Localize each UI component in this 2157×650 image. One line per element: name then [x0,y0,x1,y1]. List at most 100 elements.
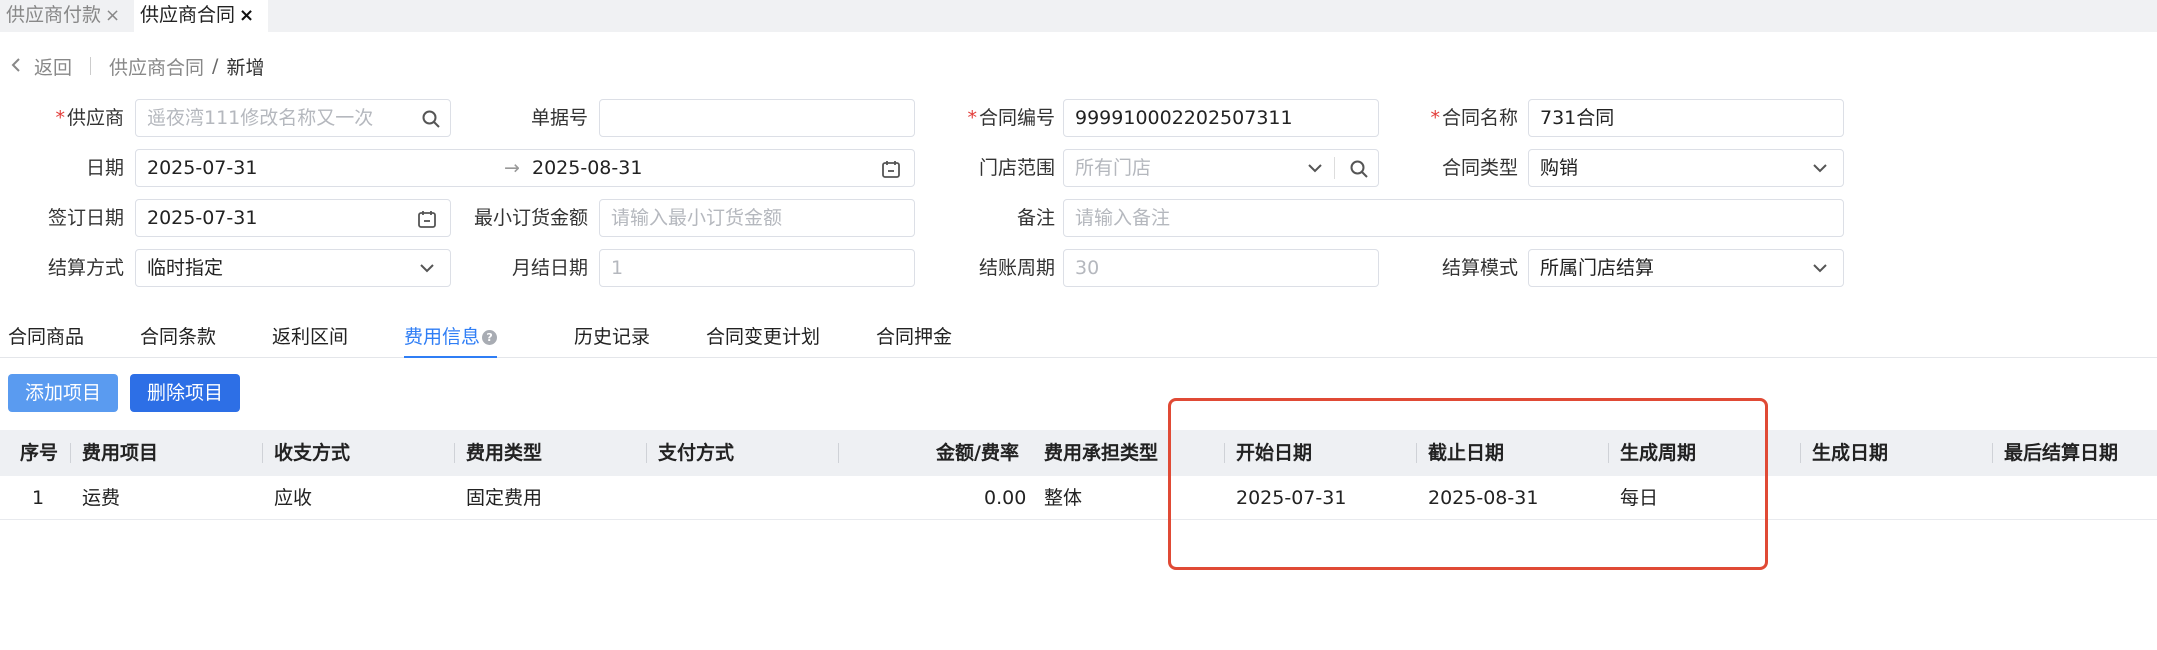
settle-method-value: 临时指定 [147,257,224,279]
supplier-placeholder: 遥夜湾111修改名称又一次 [147,107,374,129]
cell-fee-item[interactable]: 运费 [82,476,120,520]
contract-name-input[interactable]: 731合同 [1528,99,1844,137]
tab-supplier-payment[interactable]: 供应商付款 × [0,0,132,32]
tab-strip: 供应商付款 × 供应商合同 × [0,0,2157,32]
calendar-icon[interactable] [412,200,442,236]
col-divider [646,443,647,463]
calendar-icon[interactable] [876,150,906,186]
col-payment-method: 支付方式 [658,442,735,464]
breadcrumb-separator: / [212,55,219,77]
col-divider [1800,443,1801,463]
breadcrumb-divider [90,57,92,75]
col-divider [1992,443,1993,463]
col-amount-rate: 金额/费率 [936,442,1019,464]
breadcrumb: 返回 供应商合同 / 新增 [10,53,265,80]
month-day-placeholder: 1 [611,257,624,279]
sign-date-picker[interactable]: 2025-07-31 [135,199,451,237]
supplier-field[interactable]: 遥夜湾111修改名称又一次 [135,99,451,137]
chevron-down-icon[interactable] [1805,150,1835,186]
chevron-left-icon[interactable] [10,54,22,78]
tab-supplier-contract[interactable]: 供应商合同 × [134,0,268,32]
cell-fee-type[interactable]: 固定费用 [466,476,542,520]
settle-mode-select[interactable]: 所属门店结算 [1528,249,1844,287]
tab-contract-terms[interactable]: 合同条款 [140,322,216,358]
back-link[interactable]: 返回 [34,53,72,80]
add-item-button[interactable]: 添加项目 [8,374,118,412]
sign-date-label: 签订日期 [47,207,124,229]
annotation-highlight-box [1168,398,1768,570]
remark-placeholder: 请输入备注 [1075,207,1171,229]
col-divider [70,443,71,463]
cell-amount-rate[interactable]: 0.00 [984,476,1026,520]
tab-rebate-range[interactable]: 返利区间 [272,322,348,358]
settle-mode-value: 所属门店结算 [1540,257,1655,279]
delete-item-button[interactable]: 删除项目 [130,374,240,412]
field-divider [1334,157,1335,179]
min-order-label: 最小订货金额 [473,207,588,229]
date-range-arrow: → [504,157,520,179]
close-icon[interactable]: × [105,5,120,26]
sign-date-value: 2025-07-31 [147,207,258,229]
breadcrumb-parent[interactable]: 供应商合同 [109,53,204,80]
month-day-input[interactable]: 1 [599,249,915,287]
date-range-picker[interactable]: 2025-07-31 → 2025-08-31 [135,149,915,187]
contract-name-label: * 合同名称 [1430,107,1518,129]
table-row[interactable]: 1 运费 应收 固定费用 0.00 整体 2025-07-31 2025-08-… [0,476,2157,520]
doc-no-input[interactable] [599,99,915,137]
settle-method-select[interactable]: 临时指定 [135,249,451,287]
close-icon[interactable]: × [239,5,254,26]
cell-index: 1 [32,487,45,509]
store-range-placeholder: 所有门店 [1075,157,1152,179]
store-range-select[interactable]: 所有门店 [1063,149,1379,187]
cell-income-expense[interactable]: 应收 [274,476,312,520]
col-divider [262,443,263,463]
settle-period-placeholder: 30 [1075,257,1100,279]
settle-period-label: 结账周期 [978,257,1055,279]
detail-tabs: 合同商品 合同条款 返利区间 费用信息? 历史记录 合同变更计划 合同押金 [0,318,2157,358]
settle-period-input[interactable]: 30 [1063,249,1379,287]
tab-change-plan[interactable]: 合同变更计划 [706,322,820,358]
search-icon[interactable] [1344,150,1374,186]
col-generate-date: 生成日期 [1812,442,1889,464]
breadcrumb-current: 新增 [226,56,265,79]
date-end[interactable]: 2025-08-31 [532,150,642,186]
chevron-down-icon[interactable] [1300,150,1330,186]
chevron-down-icon[interactable] [1805,250,1835,286]
chevron-down-icon[interactable] [412,250,442,286]
col-divider [838,443,839,463]
date-label: 日期 [85,157,124,179]
fee-table-header: 序号 费用项目 收支方式 费用类型 支付方式 金额/费率 费用承担类型 开始日期… [0,430,2157,476]
min-order-input[interactable]: 请输入最小订货金额 [599,199,915,237]
store-range-label: 门店范围 [978,157,1055,179]
cell-bearer-type[interactable]: 整体 [1044,476,1082,520]
contract-type-label: 合同类型 [1441,157,1518,179]
col-bearer-type: 费用承担类型 [1044,442,1159,464]
tab-fee-info[interactable]: 费用信息? [404,322,498,358]
supplier-label: * 供应商 [55,107,124,129]
doc-no-label: 单据号 [530,107,588,129]
min-order-placeholder: 请输入最小订货金额 [611,207,783,229]
month-day-label: 月结日期 [511,257,588,279]
settle-method-label: 结算方式 [47,257,124,279]
col-last-settle-date: 最后结算日期 [2004,442,2119,464]
tab-label: 供应商付款 [6,4,102,26]
contract-no-label: * 合同编号 [967,107,1055,129]
col-index: 序号 [20,442,59,464]
search-icon[interactable] [416,100,446,136]
remark-label: 备注 [1016,207,1055,229]
col-divider [454,443,455,463]
contract-no-input[interactable]: 999910002202507311 [1063,99,1379,137]
col-fee-item: 费用项目 [82,442,159,464]
tab-history[interactable]: 历史记录 [574,322,650,358]
remark-input[interactable]: 请输入备注 [1063,199,1844,237]
col-fee-type: 费用类型 [466,442,543,464]
date-start[interactable]: 2025-07-31 [147,157,257,179]
contract-type-select[interactable]: 购销 [1528,149,1844,187]
contract-type-value: 购销 [1540,157,1579,179]
tab-contract-goods[interactable]: 合同商品 [8,322,84,358]
settle-mode-label: 结算模式 [1441,257,1518,279]
col-income-expense: 收支方式 [274,442,351,464]
help-icon[interactable]: ? [482,330,498,345]
tab-label: 供应商合同 [140,4,236,26]
tab-deposit[interactable]: 合同押金 [876,322,952,358]
